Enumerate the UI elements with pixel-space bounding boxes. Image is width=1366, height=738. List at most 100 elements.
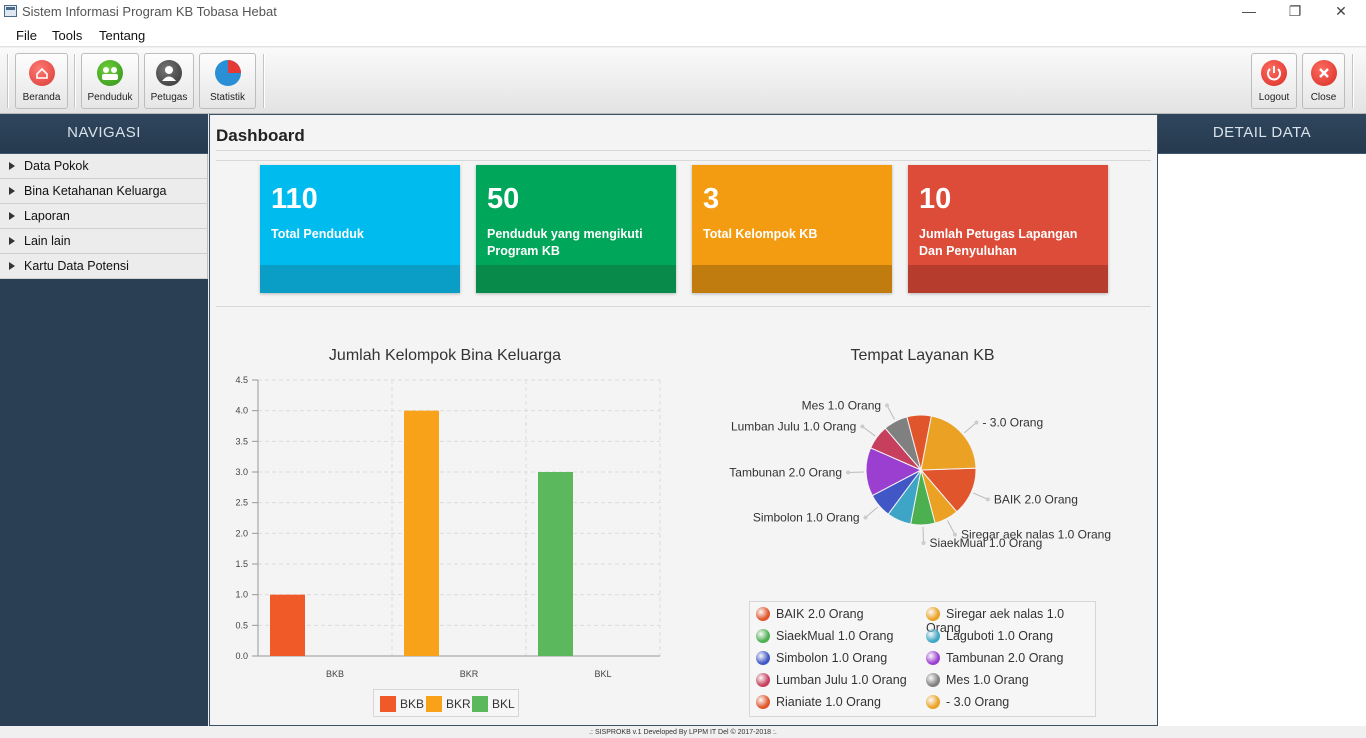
divider (216, 150, 1151, 151)
legend-label: Tambunan 2.0 Orang (946, 651, 1064, 665)
legend-label: BKB (400, 697, 425, 711)
legend-swatch (380, 696, 396, 712)
card-penduduk-kb: 50 Penduduk yang mengikuti Program KB (476, 165, 676, 293)
bar-chart-legend: BKB BKR BKL (373, 689, 519, 717)
detail-header: DETAIL DATA (1158, 114, 1366, 154)
callout-line (862, 426, 876, 437)
nav-lain-lain[interactable]: Lain lain (0, 229, 208, 254)
bar-chart-title: Jumlah Kelompok Bina Keluarga (328, 347, 562, 364)
close-window-button[interactable]: ✕ (1318, 0, 1364, 24)
card-jumlah-petugas: 10 Jumlah Petugas Lapangan Dan Penyuluha… (908, 165, 1108, 293)
callout-line (972, 492, 989, 500)
legend-swatch (472, 696, 488, 712)
maximize-button[interactable]: ❐ (1272, 0, 1318, 24)
expand-arrow-icon (9, 212, 15, 220)
menu-tentang[interactable]: Tentang (99, 28, 145, 43)
bar-chart: 0.0 0.5 1.0 1.5 2.0 2.5 3.0 3.5 4.0 4.5 BKB BKR BKL (235, 375, 661, 679)
penduduk-label: Penduduk (87, 92, 133, 103)
dashboard-panel: Dashboard 110 Total Penduduk 50 Penduduk… (209, 114, 1158, 726)
callout-dot (885, 403, 890, 408)
window-title: Sistem Informasi Program KB Tobasa Hebat (22, 4, 277, 19)
callout-label: Mes 1.0 Orang (802, 398, 881, 412)
y-tick-label: 2.5 (235, 498, 248, 508)
legend-item-bkb: BKB (380, 696, 424, 712)
callout-dot (860, 424, 865, 429)
legend-label: Lumban Julu 1.0 Orang (776, 673, 907, 687)
pie-chart-legend: BAIK 2.0 Orang Siregar aek nalas 1.0 Oran… (749, 601, 1096, 717)
y-tick-label: 1.5 (235, 559, 248, 569)
menu-tools[interactable]: Tools (52, 28, 82, 43)
minimize-button[interactable]: — (1226, 0, 1272, 24)
legend-item: Simbolon 1.0 Orang (756, 651, 887, 665)
close-button[interactable]: Close (1302, 53, 1345, 109)
legend-swatch (926, 629, 940, 643)
nav-data-pokok[interactable]: Data Pokok (0, 154, 208, 179)
petugas-button[interactable]: Petugas (144, 53, 194, 109)
nav-bina-ketahanan-keluarga[interactable]: Bina Ketahanan Keluarga (0, 179, 208, 204)
y-tick-label: 4.0 (235, 406, 248, 416)
callout-label: Lumban Julu 1.0 Orang (731, 420, 856, 434)
card-footer (476, 265, 676, 293)
callout-dot (846, 470, 851, 475)
legend-swatch (426, 696, 442, 712)
logout-button[interactable]: Logout (1251, 53, 1297, 109)
callout-dot (921, 540, 926, 545)
nav-laporan[interactable]: Laporan (0, 204, 208, 229)
pie-chart-title: Tempat Layanan KB (850, 347, 995, 364)
callout-dot (985, 497, 990, 502)
toolbar-separator (74, 54, 76, 108)
expand-arrow-icon (9, 187, 15, 195)
legend-item: Tambunan 2.0 Orang (926, 651, 1063, 665)
callout-dot (863, 515, 868, 520)
statistik-label: Statistik (209, 92, 245, 103)
nav-kartu-data-potensi[interactable]: Kartu Data Potensi (0, 254, 208, 279)
home-icon (28, 60, 55, 86)
legend-swatch (926, 695, 940, 709)
callout-dot (974, 420, 979, 425)
nav-label: Bina Ketahanan Keluarga (24, 184, 167, 198)
callout-line (922, 526, 925, 543)
navigation-panel: NAVIGASI Data Pokok Bina Ketahanan Kelua… (0, 114, 208, 726)
toolbar-separator (1352, 54, 1354, 108)
legend-label: BKL (492, 697, 515, 711)
legend-item: Lumban Julu 1.0 Orang (756, 673, 907, 687)
callout-label: Tambunan 2.0 Orang (729, 466, 842, 480)
callout-label: Simbolon 1.0 Orang (753, 510, 860, 524)
close-icon (1310, 60, 1337, 86)
legend-item: SiaekMual 1.0 Orang (756, 629, 893, 643)
statistik-button[interactable]: Statistik (199, 53, 256, 109)
beranda-label: Beranda (22, 92, 61, 103)
divider (216, 160, 1151, 161)
x-tick-label: BKB (326, 669, 344, 679)
card-label: Total Penduduk (271, 227, 364, 241)
legend-swatch (926, 607, 940, 621)
legend-swatch (756, 695, 770, 709)
legend-item-bkl: BKL (472, 696, 515, 712)
x-tick-label: BKL (594, 669, 611, 679)
divider (216, 306, 1151, 307)
navigation-header: NAVIGASI (0, 114, 208, 154)
petugas-label: Petugas (150, 92, 188, 103)
penduduk-button[interactable]: Penduduk (81, 53, 139, 109)
card-footer (908, 265, 1108, 293)
beranda-button[interactable]: Beranda (15, 53, 68, 109)
title-bar: Sistem Informasi Program KB Tobasa Hebat… (0, 0, 1366, 24)
app-icon (4, 5, 17, 17)
pie-chart-icon (214, 60, 241, 86)
legend-label: - 3.0 Orang (946, 695, 1010, 709)
legend-item: Laguboti 1.0 Orang (926, 629, 1053, 643)
card-total-kelompok-kb: 3 Total Kelompok KB (692, 165, 892, 293)
callout-line (848, 471, 865, 474)
legend-swatch (926, 651, 940, 665)
menu-bar: File Tools Tentang (0, 24, 1366, 47)
y-tick-label: 2.0 (235, 528, 248, 538)
legend-label: Laguboti 1.0 Orang (946, 629, 1054, 643)
bar-bkl (538, 472, 573, 656)
card-value: 3 (703, 183, 720, 215)
nav-label: Laporan (24, 209, 70, 223)
callout-line (865, 506, 879, 518)
callout-label: BAIK 2.0 Orang (994, 492, 1078, 506)
menu-file[interactable]: File (16, 28, 37, 43)
card-value: 110 (271, 183, 318, 215)
nav-label: Lain lain (24, 234, 71, 248)
